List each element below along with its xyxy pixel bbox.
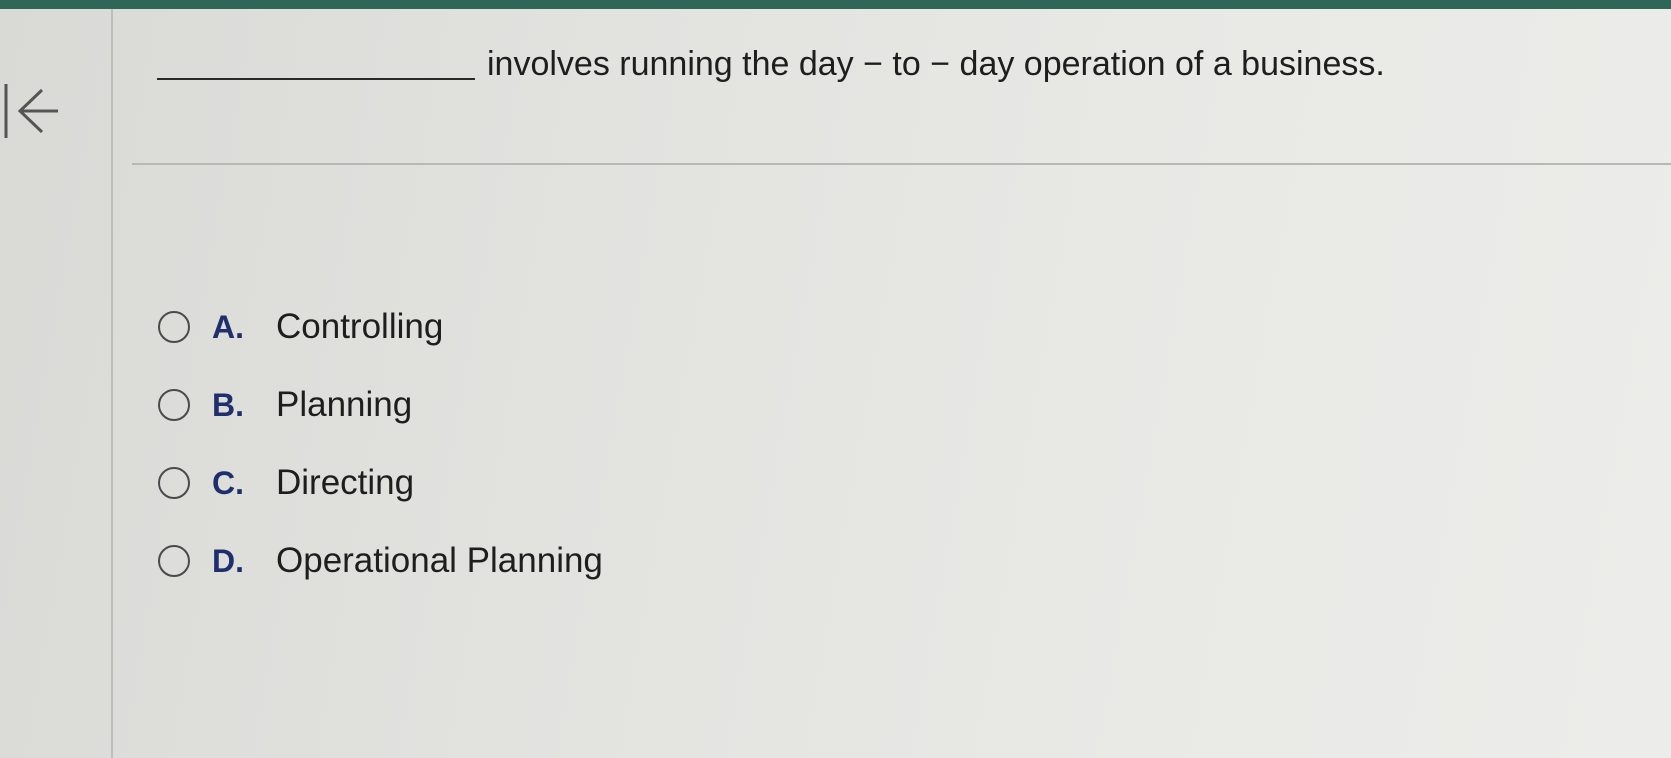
option-b[interactable]: B. Planning (158, 366, 858, 444)
answer-blank (157, 48, 475, 80)
option-c[interactable]: C. Directing (158, 444, 858, 522)
question-divider (132, 163, 1671, 165)
option-a[interactable]: A. Controlling (158, 288, 858, 366)
top-color-band (0, 0, 1671, 9)
option-letter: A. (212, 308, 244, 345)
option-text: Operational Planning (276, 541, 603, 580)
option-letter: D. (212, 542, 244, 579)
option-text: Planning (276, 385, 413, 424)
radio-unselected-icon[interactable] (158, 545, 190, 577)
back-button[interactable] (0, 78, 60, 146)
radio-unselected-icon[interactable] (158, 467, 190, 499)
answer-options: A. Controlling B. Planning C. Directing … (158, 288, 858, 600)
radio-unselected-icon[interactable] (158, 311, 190, 343)
question-stem: involves running the day − to − day oper… (157, 42, 1637, 86)
option-text: Directing (276, 463, 415, 502)
option-letter: B. (212, 386, 244, 423)
back-arrow-icon (4, 84, 58, 138)
radio-unselected-icon[interactable] (158, 389, 190, 421)
question-text: involves running the day − to − day oper… (487, 45, 1385, 83)
left-divider (111, 9, 113, 758)
option-d[interactable]: D. Operational Planning (158, 522, 858, 600)
option-text: Controlling (276, 307, 444, 346)
option-letter: C. (212, 464, 244, 501)
